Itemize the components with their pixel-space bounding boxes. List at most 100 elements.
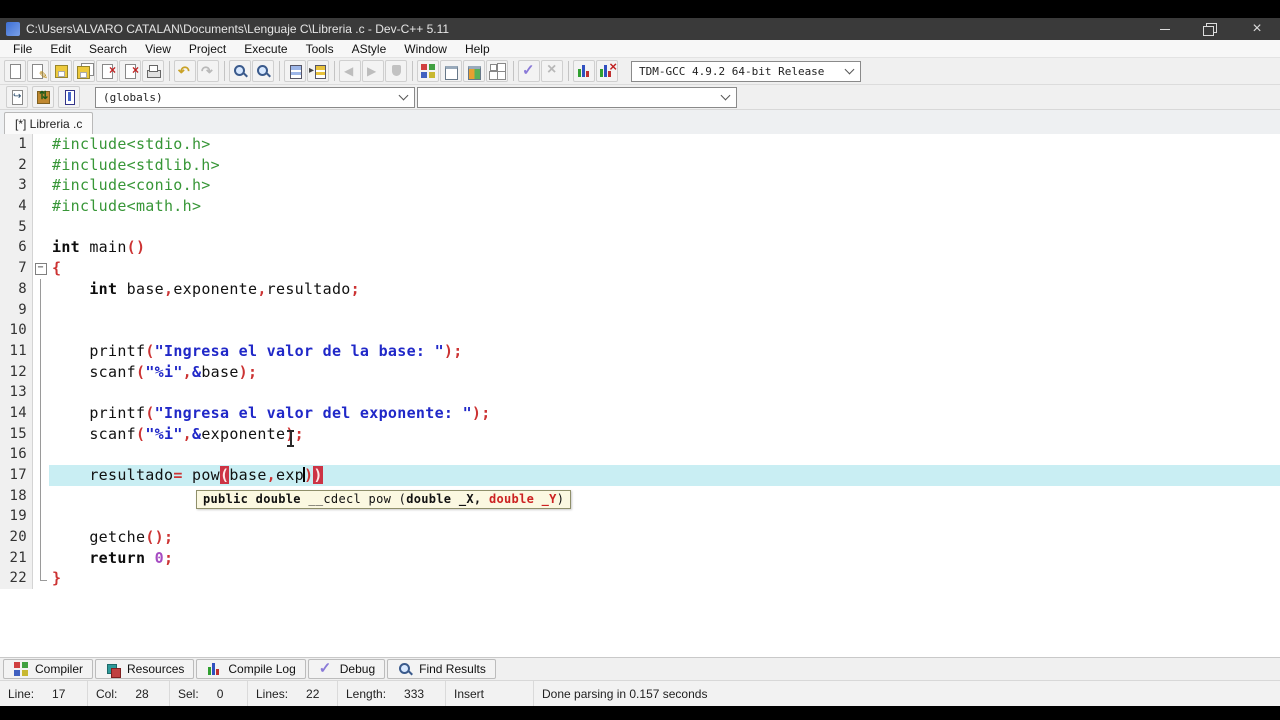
find-in-files-button[interactable]: [252, 60, 274, 82]
token-id: exponente: [173, 280, 257, 298]
tab-label: [*] Libreria .c: [15, 117, 82, 131]
tab-libreria-c[interactable]: [*] Libreria .c: [4, 112, 93, 134]
code-text[interactable]: #include<math.h>: [49, 196, 1280, 217]
run-icon: [443, 63, 459, 79]
code-line-10: 10: [0, 320, 1280, 341]
status-cell: Insert: [446, 681, 534, 706]
token-id: main: [80, 238, 127, 256]
code-text[interactable]: [49, 300, 1280, 321]
code-text[interactable]: getche();: [49, 527, 1280, 548]
code-text[interactable]: [49, 320, 1280, 341]
goto-declaration-button[interactable]: [6, 86, 28, 108]
code-text[interactable]: int main(): [49, 237, 1280, 258]
open-file-button[interactable]: [27, 60, 49, 82]
close-all-button[interactable]: [119, 60, 141, 82]
menu-view[interactable]: View: [136, 40, 180, 58]
save-button[interactable]: [50, 60, 72, 82]
menu-tools[interactable]: Tools: [297, 40, 343, 58]
compiler-icon: [13, 661, 29, 677]
code-text[interactable]: [49, 444, 1280, 465]
devcpp-logo-icon: [6, 22, 20, 36]
compile-and-run-icon: [466, 63, 482, 79]
code-text[interactable]: printf("Ingresa el valor de la base: ");: [49, 341, 1280, 362]
forward-button[interactable]: [362, 60, 384, 82]
token-id: base: [117, 280, 164, 298]
line-number: 6: [0, 237, 33, 258]
code-text[interactable]: #include<stdlib.h>: [49, 155, 1280, 176]
code-line-4: 4#include<math.h>: [0, 196, 1280, 217]
insert-snippet-button[interactable]: [307, 60, 329, 82]
menu-window[interactable]: Window: [395, 40, 456, 58]
code-editor[interactable]: 1#include<stdio.h>2#include<stdlib.h>3#i…: [0, 134, 1280, 657]
status-label: Done parsing in 0.157 seconds: [542, 687, 707, 701]
menu-edit[interactable]: Edit: [41, 40, 80, 58]
code-text[interactable]: scanf("%i",&base);: [49, 362, 1280, 383]
scope-dropdown[interactable]: (globals): [95, 87, 415, 108]
code-line-9: 9: [0, 300, 1280, 321]
report-tab-resources[interactable]: Resources: [95, 659, 194, 679]
save-as-button[interactable]: [73, 60, 95, 82]
run-button[interactable]: [440, 60, 462, 82]
redo-button[interactable]: [197, 60, 219, 82]
code-text[interactable]: scanf("%i",&exponente);: [49, 424, 1280, 445]
goto-line-button[interactable]: [284, 60, 306, 82]
menu-execute[interactable]: Execute: [235, 40, 296, 58]
minimize-icon[interactable]: [1156, 21, 1174, 37]
menu-project[interactable]: Project: [180, 40, 235, 58]
menu-astyle[interactable]: AStyle: [343, 40, 396, 58]
rebuild-all-button[interactable]: [486, 60, 508, 82]
code-line-7: 7{: [0, 258, 1280, 279]
line-number: 2: [0, 155, 33, 176]
code-text[interactable]: [49, 506, 1280, 527]
code-text[interactable]: [49, 217, 1280, 238]
toolbar-separator: [279, 61, 280, 81]
new-file-button[interactable]: [4, 60, 26, 82]
debug-button[interactable]: [518, 60, 540, 82]
line-number: 18: [0, 486, 33, 507]
close-icon[interactable]: [1248, 21, 1266, 37]
debug-icon: [521, 63, 537, 79]
fold-toggle-icon[interactable]: [33, 258, 49, 279]
find-button[interactable]: [229, 60, 251, 82]
menu-help[interactable]: Help: [456, 40, 499, 58]
profile-button[interactable]: [573, 60, 595, 82]
report-tab-debug[interactable]: Debug: [308, 659, 385, 679]
code-text[interactable]: printf("Ingresa el valor del exponente: …: [49, 403, 1280, 424]
compile-and-run-button[interactable]: [463, 60, 485, 82]
abort-icon: [388, 63, 404, 79]
line-number: 22: [0, 568, 33, 589]
back-button[interactable]: [339, 60, 361, 82]
menu-file[interactable]: File: [4, 40, 41, 58]
close-button[interactable]: [96, 60, 118, 82]
status-value: 22: [306, 687, 319, 701]
delete-profiling-button[interactable]: [596, 60, 618, 82]
tooltip-text: __cdecl pow (: [308, 492, 406, 506]
token-punc: {: [52, 259, 61, 277]
fold-column: [33, 403, 49, 424]
token-punc: ,: [183, 363, 192, 381]
swap-header-source-button[interactable]: [32, 86, 54, 108]
report-tab-compiler[interactable]: Compiler: [3, 659, 93, 679]
compiler-profile-dropdown[interactable]: TDM-GCC 4.9.2 64-bit Release: [631, 61, 861, 82]
compile-button[interactable]: [417, 60, 439, 82]
undo-button[interactable]: [174, 60, 196, 82]
code-text[interactable]: [49, 382, 1280, 403]
menu-search[interactable]: Search: [80, 40, 136, 58]
token-inc: #include<conio.h>: [52, 176, 211, 194]
code-text[interactable]: }: [49, 568, 1280, 589]
code-text[interactable]: {: [49, 258, 1280, 279]
delete-profiling-icon: [599, 63, 615, 79]
restore-icon[interactable]: [1202, 21, 1220, 37]
code-text[interactable]: #include<stdio.h>: [49, 134, 1280, 155]
code-text[interactable]: #include<conio.h>: [49, 175, 1280, 196]
code-text[interactable]: int base,exponente,resultado;: [49, 279, 1280, 300]
code-text[interactable]: resultado= pow(base,exp)): [49, 465, 1280, 486]
code-text[interactable]: return 0;: [49, 548, 1280, 569]
print-button[interactable]: [142, 60, 164, 82]
abort-compilation-button[interactable]: [541, 60, 563, 82]
abort-button[interactable]: [385, 60, 407, 82]
report-tab-compile-log[interactable]: Compile Log: [196, 659, 305, 679]
members-dropdown[interactable]: [417, 87, 737, 108]
goto-definition-button[interactable]: [58, 86, 80, 108]
report-tab-find-results[interactable]: Find Results: [387, 659, 496, 679]
